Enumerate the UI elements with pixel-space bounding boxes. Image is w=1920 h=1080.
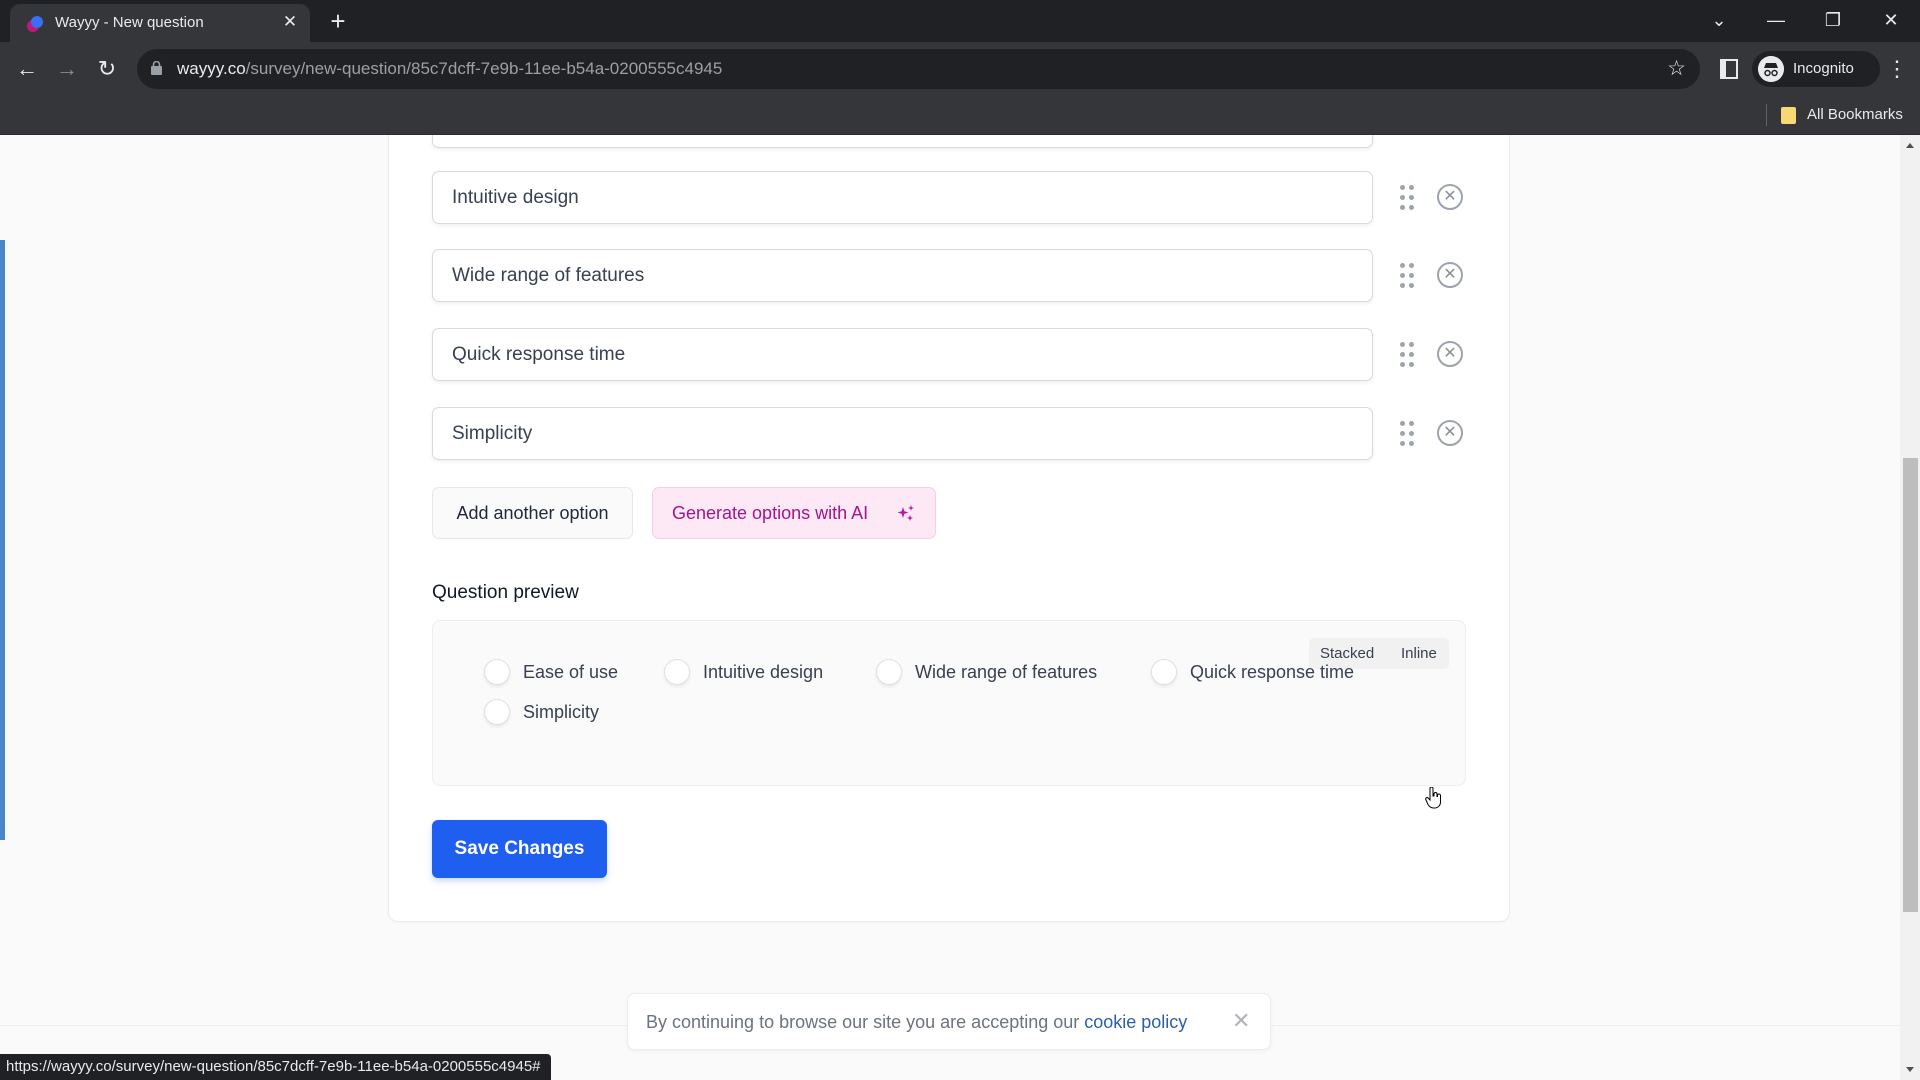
close-cookie-banner-icon[interactable]: ✕ [1232,1008,1250,1034]
layout-inline-button[interactable]: Inline [1401,645,1437,662]
address-bar[interactable]: wayyy.co/survey/new-question/85c7dcff-7e… [137,49,1700,89]
minimize-icon[interactable]: — [1761,6,1791,34]
left-accent-bar [0,240,5,840]
hand-cursor-icon [1425,787,1441,809]
sparkles-icon [897,505,914,521]
preview-choice-label: Ease of use [523,662,619,682]
close-window-icon[interactable]: ✕ [1876,6,1906,34]
radio-button[interactable] [664,659,690,685]
remove-option-icon[interactable]: ✕ [1437,184,1463,210]
remove-option-icon[interactable]: ✕ [1437,341,1463,367]
remove-option-icon[interactable]: ✕ [1437,420,1463,446]
incognito-profile-button[interactable]: Incognito [1752,51,1880,87]
tab-title: Wayyy - New question [55,14,204,31]
wayyy-favicon-icon [27,16,43,32]
tab-search-icon[interactable]: ⌄ [1704,6,1734,34]
preview-choice-label: Intuitive design [703,662,824,682]
drag-handle-icon[interactable] [1399,263,1415,289]
browser-toolbar: ← → ↻ wayyy.co/survey/new-question/85c7d… [0,42,1920,96]
incognito-icon [1758,56,1784,82]
url-text: wayyy.co/survey/new-question/85c7dcff-7e… [177,59,723,78]
add-another-option-button[interactable]: Add another option [432,487,633,539]
back-icon[interactable]: ← [12,54,42,84]
drag-handle-icon[interactable] [1399,342,1415,368]
status-bar-url: https://wayyy.co/survey/new-question/85c… [0,1054,551,1080]
option-input[interactable] [432,171,1373,224]
remove-option-icon[interactable]: ✕ [1437,262,1463,288]
restore-icon[interactable]: ❐ [1818,6,1848,34]
scrollbar-thumb[interactable] [1903,458,1918,912]
generate-options-ai-label: Generate options with AI [672,503,869,523]
folder-icon [1781,107,1796,124]
page-content: ✕ ✕ ✕ ✕ Add another option Generate opti… [0,135,1900,1080]
new-tab-button[interactable]: + [326,6,350,36]
cookie-banner-text: By continuing to browse our site you are… [646,1012,1188,1032]
lock-icon [151,61,162,75]
all-bookmarks-link[interactable]: All Bookmarks [1807,106,1903,123]
scroll-up-arrow-icon[interactable] [1906,143,1914,148]
option-input[interactable] [432,328,1373,381]
cookie-policy-link[interactable]: cookie policy [1084,1012,1187,1032]
option-input[interactable] [432,407,1373,460]
radio-button[interactable] [1151,659,1177,685]
close-tab-icon[interactable]: ✕ [280,12,300,32]
browser-tab-bar: Wayyy - New question ✕ + ⌄ — ❐ ✕ [0,0,1920,42]
bookmarks-bar: All Bookmarks [0,96,1920,135]
bookmark-star-icon[interactable]: ☆ [1667,56,1686,81]
radio-button[interactable] [484,699,510,725]
reload-icon[interactable]: ↻ [92,54,122,84]
profile-label: Incognito [1793,60,1854,77]
bookmarks-separator [1766,104,1767,126]
radio-button[interactable] [484,659,510,685]
browser-tab[interactable]: Wayyy - New question ✕ [10,4,310,42]
layout-stacked-button[interactable]: Stacked [1320,645,1374,662]
drag-handle-icon[interactable] [1399,421,1415,447]
side-panel-icon[interactable] [1720,59,1738,79]
scroll-down-arrow-icon[interactable] [1906,1067,1914,1072]
question-preview-box: Stacked Inline Ease of use Intuitive des… [432,620,1466,786]
drag-handle-icon[interactable] [1399,185,1415,211]
question-preview-heading: Question preview [432,582,579,603]
browser-menu-icon[interactable]: ⋮ [1886,54,1908,84]
preview-choice-label: Wide range of features [915,662,1098,682]
radio-button[interactable] [876,659,902,685]
save-changes-button[interactable]: Save Changes [432,820,607,878]
cookie-banner: By continuing to browse our site you are… [627,993,1271,1050]
generate-options-ai-button[interactable]: Generate options with AI [652,487,936,539]
option-input-partial[interactable] [432,135,1373,148]
preview-choice-label: Quick response time [1190,662,1355,682]
preview-choice-label: Simplicity [523,702,600,722]
page-scrollbar[interactable] [1900,135,1920,1080]
forward-icon[interactable]: → [52,54,82,84]
option-input[interactable] [432,249,1373,302]
